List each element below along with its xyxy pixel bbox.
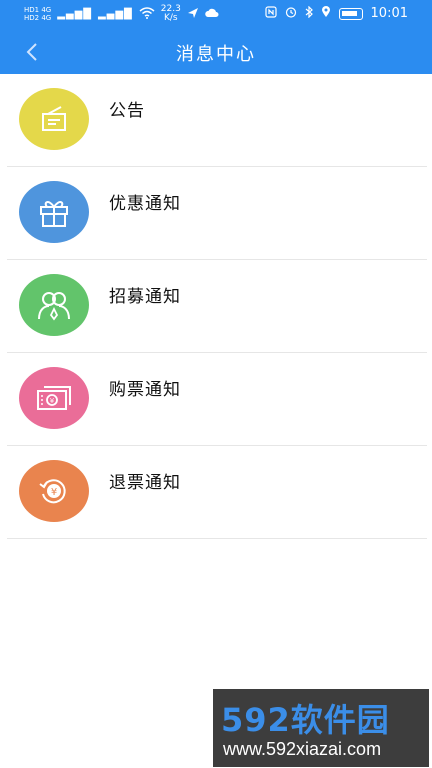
page-title: 消息中心 xyxy=(176,44,256,65)
top-bar: HD1 4G HD2 4G ▂▄▆█ ▂▄▆█ 22.3 K/s 10:01 消… xyxy=(0,0,432,74)
alarm-icon xyxy=(285,6,297,21)
wifi-icon xyxy=(139,6,155,22)
watermark-logo-text: 592软件园 xyxy=(221,701,390,739)
battery-icon xyxy=(338,7,363,20)
list-item-recruit[interactable]: 招募通知 xyxy=(7,260,427,353)
announcement-icon xyxy=(42,106,66,131)
people-icon xyxy=(38,292,70,321)
sim2-label: HD2 4G xyxy=(24,14,52,22)
item-label-recruit: 招募通知 xyxy=(109,287,181,307)
status-time: 10:01 xyxy=(370,6,408,21)
network-speed: 22.3 K/s xyxy=(161,5,181,23)
sim-signals: HD1 4G HD2 4G xyxy=(24,6,51,22)
bluetooth-icon xyxy=(305,5,313,21)
list-item-announcement[interactable]: 公告 xyxy=(7,74,427,167)
item-label-announcement: 公告 xyxy=(109,101,145,121)
item-label-ticket: 购票通知 xyxy=(109,380,181,400)
status-bar: HD1 4G HD2 4G ▂▄▆█ ▂▄▆█ 22.3 K/s 10:01 xyxy=(0,0,432,30)
svg-text:¥: ¥ xyxy=(50,397,55,405)
nav-bar: 消息中心 xyxy=(0,30,432,74)
refund-icon-badge: ¥ xyxy=(19,460,89,522)
signal-icon: ▂▄▆█ xyxy=(57,8,92,20)
send-icon xyxy=(187,7,199,22)
network-speed-unit: K/s xyxy=(163,13,178,23)
list-item-refund[interactable]: ¥ 退票通知 xyxy=(7,446,427,539)
cloud-icon xyxy=(205,8,219,21)
sim1-label: HD1 4G xyxy=(24,6,52,14)
gift-icon-badge xyxy=(19,181,89,243)
item-label-discount: 优惠通知 xyxy=(109,194,181,214)
ticket-icon: ¥ xyxy=(37,386,71,410)
status-right: 10:01 xyxy=(264,5,408,21)
location-icon xyxy=(321,6,331,21)
list-item-discount[interactable]: 优惠通知 xyxy=(7,167,427,260)
people-icon-badge xyxy=(19,274,89,336)
gift-icon xyxy=(40,201,68,227)
nfc-icon xyxy=(264,6,277,21)
list-item-ticket[interactable]: ¥ 购票通知 xyxy=(7,353,427,446)
item-label-refund: 退票通知 xyxy=(109,473,181,493)
signal-icon-2: ▂▄▆█ xyxy=(97,8,133,20)
status-left: HD1 4G HD2 4G ▂▄▆█ ▂▄▆█ 22.3 K/s xyxy=(24,5,219,23)
watermark: 592软件园 www.592xiazai.com xyxy=(213,689,429,767)
watermark-url: www.592xiazai.com xyxy=(223,739,382,759)
svg-text:¥: ¥ xyxy=(51,487,57,498)
ticket-icon-badge: ¥ xyxy=(19,367,89,429)
message-list: 公告 优惠通知 招募通知 ¥ 购票通知 ¥ 退票通知 xyxy=(7,74,427,539)
refund-icon: ¥ xyxy=(39,479,66,504)
announcement-icon-badge xyxy=(19,88,89,150)
